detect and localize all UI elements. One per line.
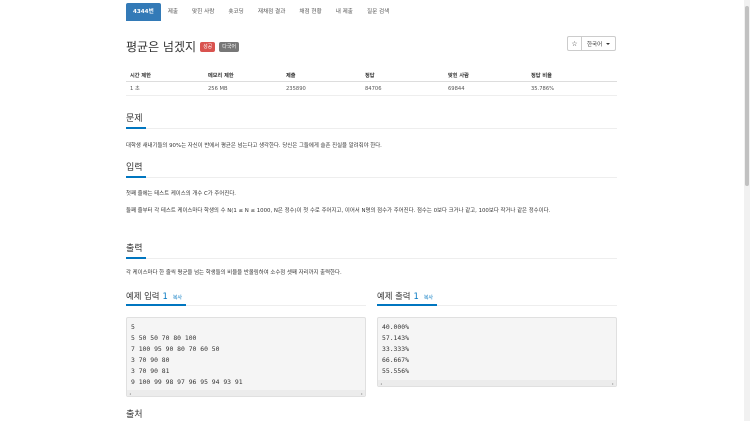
scroll-right-icon[interactable]: ▸	[612, 378, 614, 389]
sample-output-line: 40.000%	[382, 323, 409, 331]
input-divider	[126, 177, 617, 178]
sample-input-label: 예제 입력	[126, 291, 160, 301]
multilang-badge: 다국어	[219, 41, 240, 52]
input-heading: 입력	[126, 163, 143, 173]
scroll-right-icon[interactable]: ▸	[361, 388, 363, 399]
sample-output-heading: 예제 출력 1 복사	[377, 290, 433, 302]
output-underline	[126, 257, 146, 259]
sample-output-underline	[377, 304, 437, 306]
problem-divider	[126, 128, 617, 129]
sample-output-line: 55.556%	[382, 367, 409, 375]
sample-output-copy-link[interactable]: 복사	[424, 294, 433, 301]
sample-output-line: 66.667%	[382, 356, 409, 364]
problem-heading: 문제	[126, 114, 143, 124]
table-header: 시간 제한 메모리 제한 제출 정답 맞힌 사람 정답 비율	[126, 70, 617, 82]
sample-input-line: 9 100 99 98 97 96 95 94 93 91	[131, 378, 243, 386]
page-scrollbar[interactable]	[744, 0, 750, 421]
value-solvers: 69844	[448, 85, 465, 92]
sample-output-label: 예제 출력	[377, 291, 411, 301]
header-time-limit: 시간 제한	[130, 73, 151, 79]
input-description-2: 둘째 줄부터 각 테스트 케이스마다 학생의 수 N(1 ≤ N ≤ 1000,…	[126, 208, 551, 214]
header-ratio: 정답 비율	[531, 73, 552, 79]
language-group: ☆ 한국어	[567, 36, 617, 51]
source-heading: 출처	[126, 410, 143, 420]
sample-input-heading: 예제 입력 1 복사	[126, 290, 182, 302]
scrollbar-thumb[interactable]	[745, 6, 749, 186]
sample-input-number: 1	[162, 291, 168, 301]
value-memory-limit: 256 MB	[208, 85, 228, 92]
sample-input-line: 3 70 90 81	[131, 367, 170, 375]
problem-info-table: 시간 제한 메모리 제한 제출 정답 맞힌 사람 정답 비율 1 초 256 M…	[126, 70, 617, 96]
tab-my-submissions[interactable]: 내 제출	[329, 3, 360, 21]
input-underline	[126, 176, 146, 178]
tab-short-coding[interactable]: 숏코딩	[221, 3, 250, 21]
problem-description: 대학생 새내기들의 90%는 자신이 반에서 평균은 넘는다고 생각한다. 당신…	[126, 143, 382, 149]
problem-page: 4344번 제출 맞힌 사람 숏코딩 재채점 결과 채점 현황 내 제출 질문 …	[0, 0, 744, 421]
tab-submit[interactable]: 제출	[161, 3, 185, 21]
value-time-limit: 1 초	[130, 86, 140, 92]
star-icon: ☆	[571, 39, 578, 48]
sample-input-line: 7 100 95 90 80 70 60 50	[131, 345, 220, 353]
sample-output-number: 1	[413, 291, 419, 301]
star-button[interactable]: ☆	[568, 37, 582, 50]
tab-solvers[interactable]: 맞힌 사람	[185, 3, 221, 21]
sample-input-box[interactable]: 5 5 50 50 70 80 100 7 100 95 90 80 70 60…	[126, 317, 366, 397]
title-row: 평균은 넘겠지 성공 다국어	[126, 38, 240, 55]
language-dropdown[interactable]: 한국어	[582, 37, 615, 50]
value-submissions: 235890	[286, 85, 306, 92]
sample-output-line: 33.333%	[382, 345, 409, 353]
sample-input-line: 5 50 50 70 80 100	[131, 334, 197, 342]
tab-questions[interactable]: 질문 검색	[360, 3, 396, 21]
output-description: 각 케이스마다 한 줄씩 평균을 넘는 학생들의 비율을 반올림하여 소수점 셋…	[126, 270, 342, 276]
value-accepted: 84706	[365, 85, 382, 92]
sample-input-copy-link[interactable]: 복사	[173, 294, 182, 301]
value-ratio: 35.786%	[531, 85, 555, 92]
sample-output-box[interactable]: 40.000% 57.143% 33.333% 66.667% 55.556% …	[377, 317, 617, 387]
sample-input-line: 3 70 90 80	[131, 356, 170, 364]
language-label: 한국어	[587, 41, 603, 48]
scroll-left-icon[interactable]: ◂	[129, 388, 131, 399]
header-memory-limit: 메모리 제한	[208, 73, 234, 79]
header-submissions: 제출	[286, 73, 296, 79]
output-divider	[126, 258, 617, 259]
sample-input-line: 5	[131, 323, 135, 331]
problem-underline	[126, 127, 146, 129]
page-title: 평균은 넘겠지	[126, 40, 197, 54]
sample-input-underline	[126, 304, 186, 306]
sample-input-scrollbar[interactable]: ◂ ▸	[127, 390, 365, 396]
table-row: 1 초 256 MB 235890 84706 69844 35.786%	[126, 82, 617, 96]
sample-output-line: 57.143%	[382, 334, 409, 342]
tab-rejudge[interactable]: 재채점 결과	[251, 3, 293, 21]
header-solvers: 맞힌 사람	[448, 73, 469, 79]
tab-status[interactable]: 채점 현황	[292, 3, 328, 21]
header-accepted: 정답	[365, 73, 375, 79]
success-badge: 성공	[200, 41, 216, 52]
chevron-down-icon	[606, 42, 611, 45]
input-description-1: 첫째 줄에는 테스트 케이스의 개수 C가 주어진다.	[126, 191, 236, 197]
scroll-left-icon[interactable]: ◂	[380, 378, 382, 389]
problem-tabs: 4344번 제출 맞힌 사람 숏코딩 재채점 결과 채점 현황 내 제출 질문 …	[126, 3, 396, 21]
sample-output-scrollbar[interactable]: ◂ ▸	[378, 380, 616, 386]
output-heading: 출력	[126, 244, 143, 254]
tab-problem[interactable]: 4344번	[126, 3, 161, 21]
